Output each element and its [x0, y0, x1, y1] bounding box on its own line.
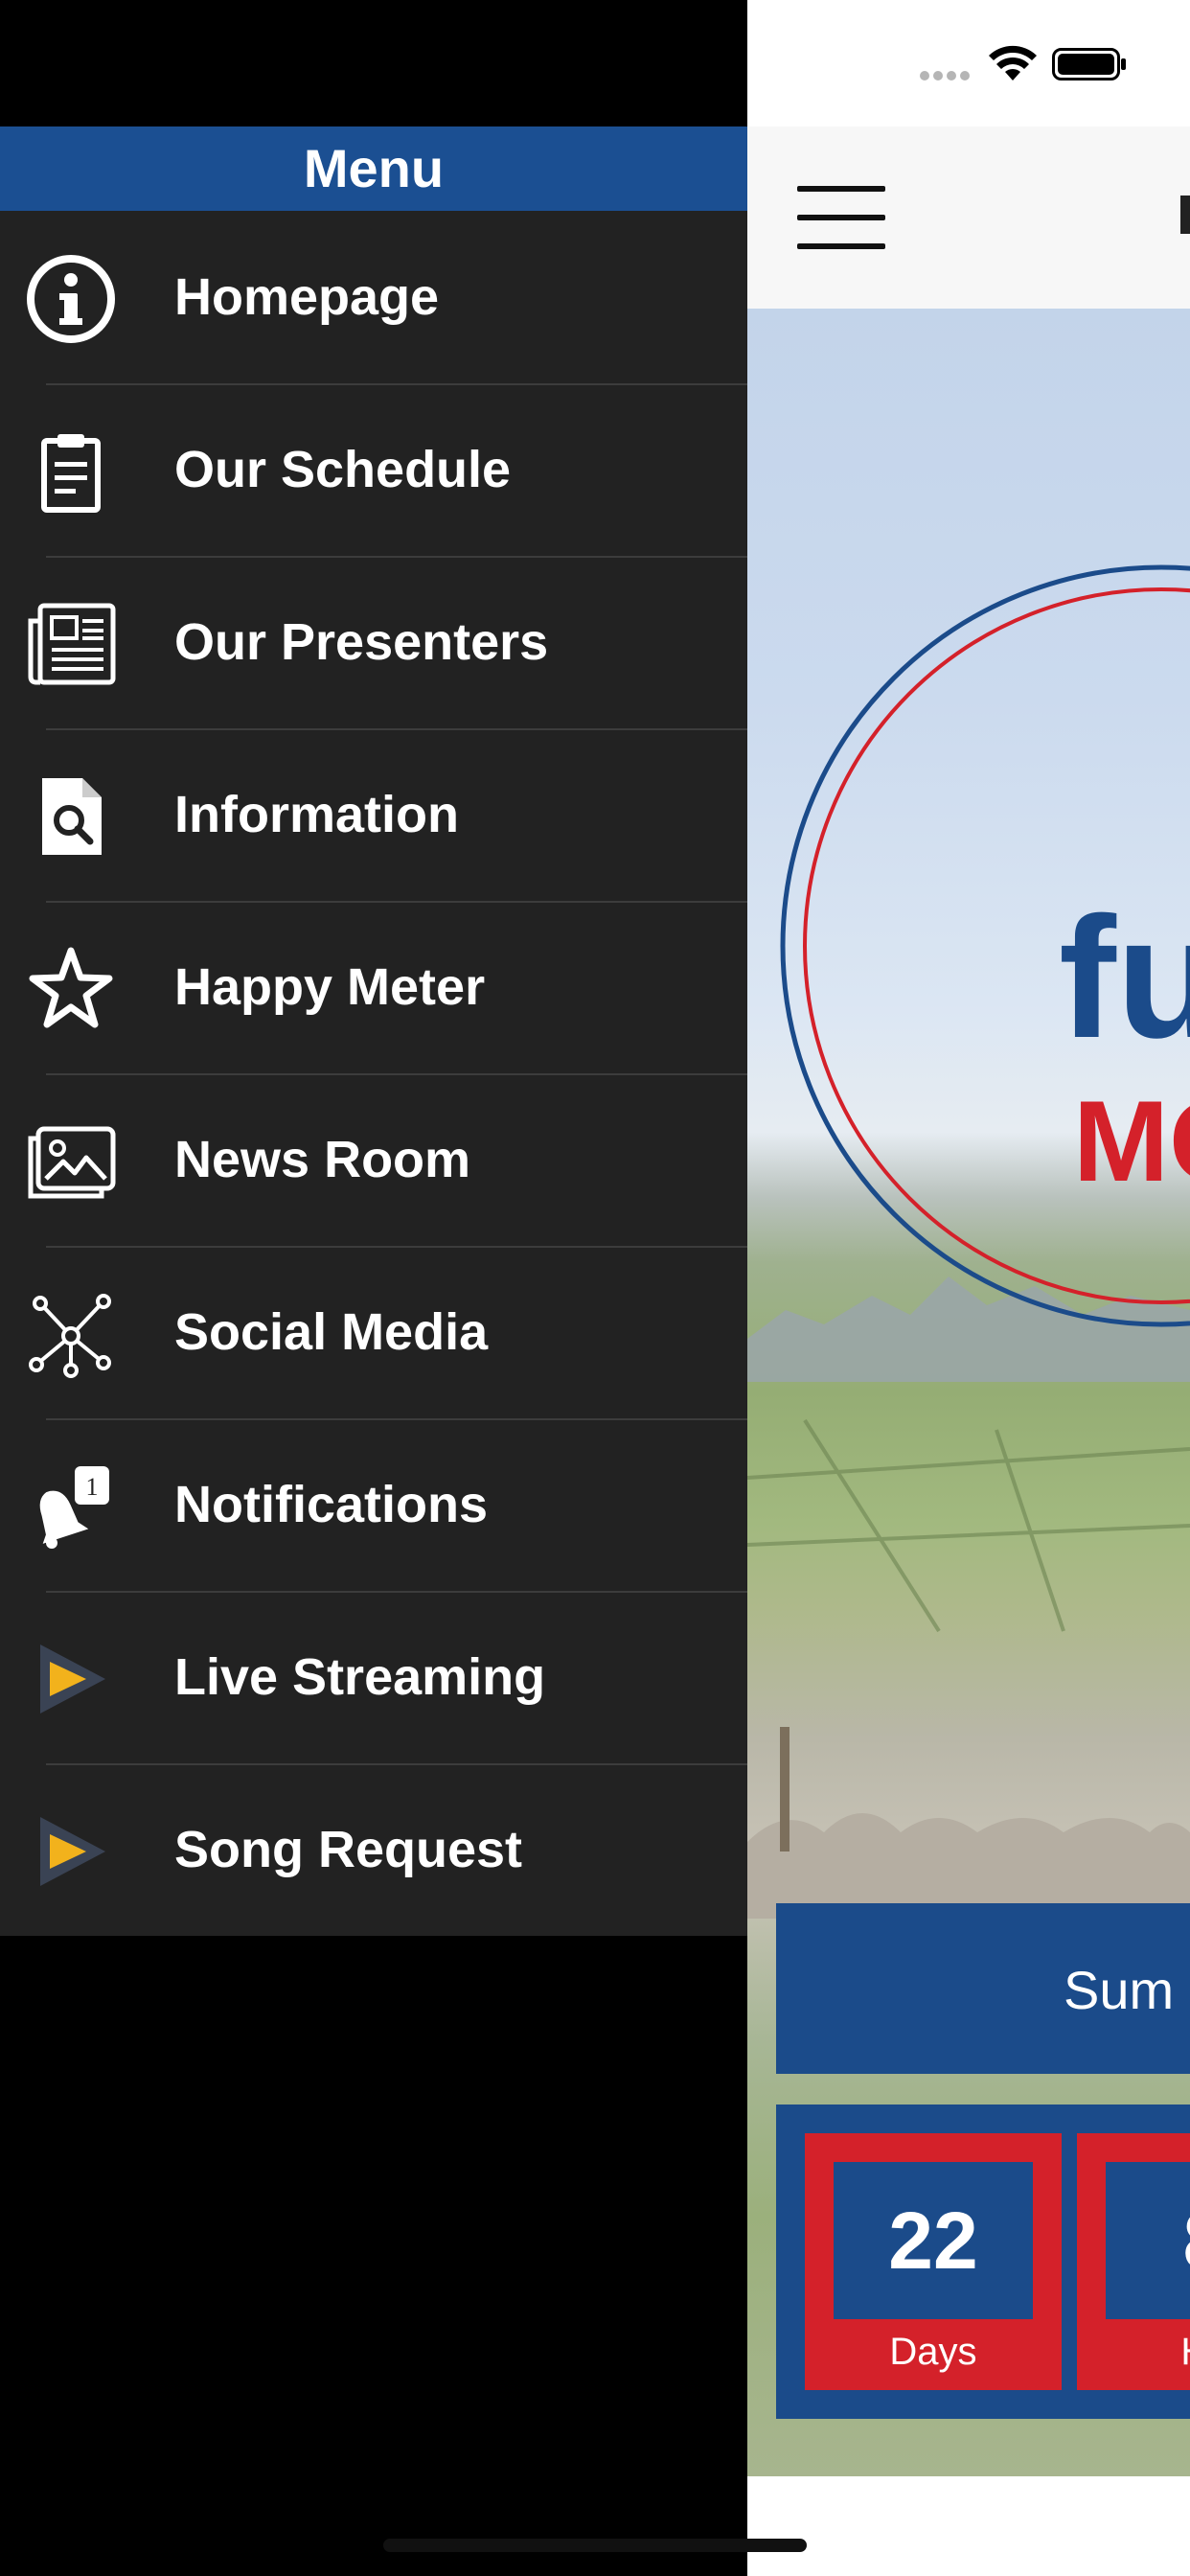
- menu-item-label: Homepage: [174, 268, 440, 326]
- menu-item-label: Happy Meter: [174, 958, 486, 1016]
- svg-text:1: 1: [86, 1473, 99, 1501]
- menu-item-our-schedule[interactable]: Our Schedule: [0, 383, 747, 556]
- menu-item-happy-meter[interactable]: Happy Meter: [0, 901, 747, 1073]
- menu-item-label: Social Media: [174, 1303, 489, 1361]
- battery-icon: [1052, 48, 1126, 80]
- star-icon: [29, 947, 113, 1028]
- cellular-signal-icon: [920, 71, 977, 80]
- countdown-hours-value: 8: [1106, 2162, 1190, 2319]
- menu-item-social-media[interactable]: Social Media: [0, 1246, 747, 1418]
- menu-item-homepage[interactable]: Homepage: [0, 211, 747, 383]
- newspaper-icon: [28, 603, 116, 685]
- logo-text-line2: MO: [1073, 1077, 1190, 1206]
- play-icon: [40, 1817, 105, 1886]
- hamburger-menu-icon[interactable]: [797, 184, 885, 251]
- menu-item-news-room[interactable]: News Room: [0, 1073, 747, 1246]
- image-icon: [28, 1126, 116, 1199]
- header-title-fragment: [1180, 196, 1190, 234]
- network-icon: [29, 1294, 111, 1378]
- menu-item-label: Live Streaming: [174, 1648, 546, 1706]
- menu-item-label: Our Schedule: [174, 441, 512, 498]
- countdown-days-label: Days: [889, 2331, 977, 2373]
- app-screen: fu MO Sum 22 Days 8 Ho: [747, 0, 1190, 2576]
- notification-bell-icon: 1: [39, 1466, 109, 1549]
- countdown-banner: Sum: [776, 1903, 1190, 2074]
- side-drawer: Menu Homepage Our Schedule Our Presenter…: [0, 0, 747, 2576]
- home-indicator[interactable]: [383, 2539, 807, 2552]
- menu-item-notifications[interactable]: 1 Notifications: [0, 1418, 747, 1591]
- wifi-icon: [989, 45, 1037, 80]
- menu-list: Homepage Our Schedule Our Presenters Inf…: [0, 211, 747, 1936]
- menu-item-label: Our Presenters: [174, 613, 549, 671]
- clipboard-icon: [41, 434, 101, 513]
- countdown-title: Sum: [1064, 1960, 1175, 2020]
- status-bar: [747, 0, 1190, 126]
- countdown-days-value: 22: [834, 2162, 1033, 2319]
- menu-item-label: Information: [174, 786, 459, 843]
- menu-title: Menu: [0, 126, 747, 211]
- countdown-hours: 8 Ho: [1077, 2133, 1190, 2390]
- countdown-hours-label: Ho: [1106, 2331, 1190, 2374]
- logo-text-line1: fu: [1059, 882, 1190, 1074]
- menu-item-song-request[interactable]: Song Request: [0, 1763, 747, 1936]
- app-header: [747, 126, 1190, 309]
- countdown-panel: 22 Days 8 Ho: [776, 2104, 1190, 2419]
- menu-item-label: News Room: [174, 1131, 471, 1188]
- menu-item-label: Song Request: [174, 1821, 523, 1878]
- info-icon: [27, 255, 115, 343]
- play-icon: [40, 1644, 105, 1714]
- menu-item-label: Notifications: [174, 1476, 489, 1533]
- document-search-icon: [42, 778, 102, 855]
- countdown-days: 22 Days: [805, 2133, 1062, 2390]
- menu-item-information[interactable]: Information: [0, 728, 747, 901]
- menu-item-our-presenters[interactable]: Our Presenters: [0, 556, 747, 728]
- menu-item-live-streaming[interactable]: Live Streaming: [0, 1591, 747, 1763]
